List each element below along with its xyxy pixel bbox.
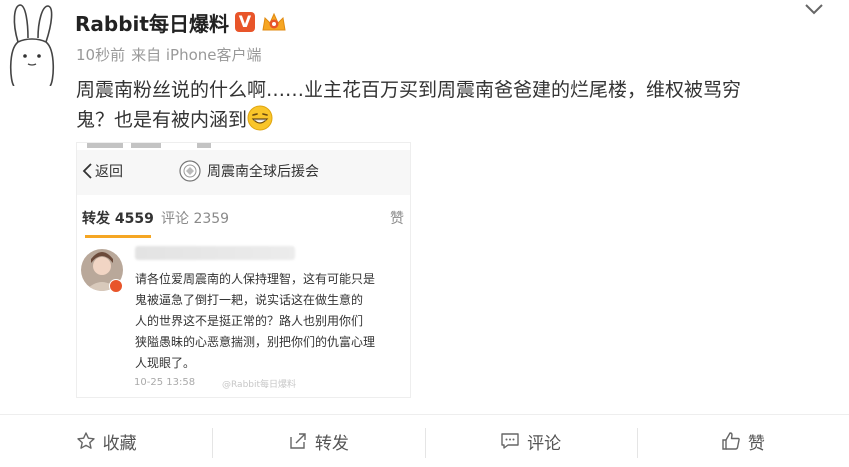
repost-label: 转发 <box>314 433 349 454</box>
commenter-name-blurred <box>135 246 295 260</box>
tab-comment[interactable]: 评论 2359 <box>161 208 229 228</box>
star-icon <box>76 432 95 449</box>
tab-repost[interactable]: 转发 4559 <box>82 208 154 228</box>
tab-comment-label: 评论 <box>161 211 189 227</box>
comment-line: 人现眼了。 <box>135 356 196 370</box>
image-watermark: @Rabbit每日爆料 <box>222 380 297 390</box>
back-chevron-icon <box>82 163 92 179</box>
comment-line: 请各位爱周震南的人保持理智，这有可能只是 <box>135 272 376 286</box>
post-header: Rabbit每日爆料 V <box>75 8 287 36</box>
group-name: 周震南全球后援会 <box>207 164 319 180</box>
comment-button[interactable]: 评论 <box>424 415 637 467</box>
comment-time: 10-25 13:58 <box>134 377 196 388</box>
embed-tabs: 转发 4559 评论 2359 赞 <box>77 195 410 240</box>
group-logo-icon <box>179 160 201 182</box>
chevron-down-icon[interactable] <box>801 0 827 20</box>
comment-line: 鬼被逼急了倒打一耙，说实话这在做生意的 <box>135 293 364 307</box>
repost-button[interactable]: 转发 <box>212 415 424 467</box>
action-bar: 收藏 转发 评论 赞 <box>0 414 849 467</box>
bunny-avatar-icon <box>9 4 55 87</box>
verified-icon: V <box>234 12 255 32</box>
comment-label: 评论 <box>527 433 562 454</box>
username[interactable]: Rabbit每日爆料 <box>75 8 229 37</box>
tab-repost-label: 转发 <box>82 211 110 227</box>
like-button[interactable]: 赞 <box>636 415 849 467</box>
post-text: 周震南粉丝说的什么啊……业主花百万买到周震南爸爸建的烂尾楼，维权被骂穷 鬼？也是… <box>76 75 811 135</box>
share-icon <box>290 433 306 449</box>
embed-comment: 请各位爱周震南的人保持理智，这有可能只是 鬼被逼急了倒打一耙，说实话这在做生意的… <box>77 239 410 397</box>
tab-like[interactable]: 赞 <box>390 208 404 228</box>
user-avatar[interactable] <box>4 2 64 87</box>
tab-comment-count: 2359 <box>193 211 230 227</box>
post-text-line: 周震南粉丝说的什么啊……业主花百万买到周震南爸爸建的烂尾楼，维权被骂穷 <box>76 79 742 101</box>
post-time: 10秒前 <box>76 46 126 64</box>
active-tab-indicator <box>85 235 151 238</box>
like-label: 赞 <box>747 433 765 454</box>
cropped-status-strip <box>77 143 410 150</box>
post-source[interactable]: 来自 iPhone客户端 <box>131 44 261 65</box>
crown-badge-icon <box>262 12 286 31</box>
favorite-button[interactable]: 收藏 <box>0 415 212 467</box>
vip-badge-icon <box>109 279 123 293</box>
back-label: 返回 <box>95 164 123 180</box>
thumbs-up-icon <box>722 432 740 450</box>
comment-line: 人的世界这不是挺正常的？路人也别用你们 <box>135 314 364 328</box>
embedded-screenshot[interactable]: 返回 周震南全球后援会 转发 4559 评论 2359 赞 请各位爱周震南的人保… <box>76 142 411 398</box>
comment-icon <box>501 433 519 449</box>
favorite-label: 收藏 <box>102 433 137 454</box>
grin-emoji-icon <box>247 105 273 131</box>
group-header: 周震南全球后援会 <box>179 160 319 182</box>
back-button[interactable]: 返回 <box>81 161 123 181</box>
comment-text: 请各位爱周震南的人保持理智，这有可能只是 鬼被逼急了倒打一耙，说实话这在做生意的… <box>135 269 410 374</box>
tab-repost-count: 4559 <box>114 211 154 227</box>
post-text-line: 鬼？也是有被内涵到 <box>76 109 248 131</box>
tab-like-label: 赞 <box>390 211 404 227</box>
post-meta: 10秒前 来自 iPhone客户端 <box>76 44 262 65</box>
comment-line: 狭隘愚昧的心恶意揣测，别把你们的仇富心理 <box>135 335 376 349</box>
embed-navbar: 返回 周震南全球后援会 <box>77 151 410 191</box>
